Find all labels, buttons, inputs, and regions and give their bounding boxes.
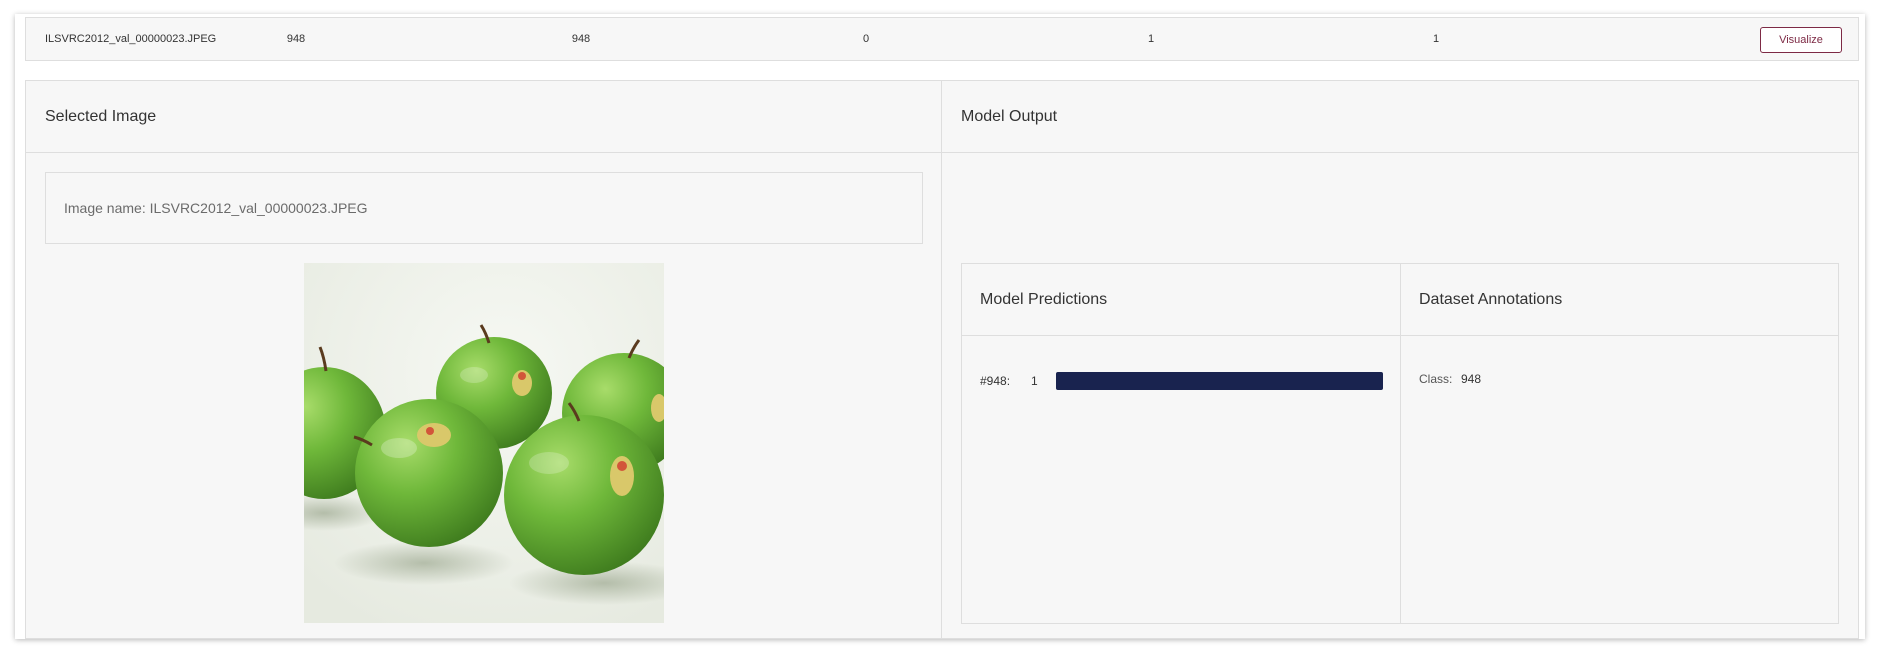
row-cell-6: 1 xyxy=(1432,33,1440,45)
annotation-class-value: 948 xyxy=(1461,372,1482,386)
row-cell-2: 948 xyxy=(286,33,306,45)
visualize-button[interactable]: Visualize xyxy=(1760,27,1842,53)
row-image-name: ILSVRC2012_val_00000023.JPEG xyxy=(45,33,217,45)
model-output-header: Model Output xyxy=(942,81,1858,153)
output-details-box: Model Predictions #948: 1 Dataset Annota… xyxy=(961,263,1839,624)
model-output-panel: Model Output Model Predictions #948: 1 D… xyxy=(942,81,1858,638)
row-cell-4: 0 xyxy=(862,33,870,45)
selected-image-title: Selected Image xyxy=(45,108,157,125)
image-name-box: Image name: ILSVRC2012_val_00000023.JPEG xyxy=(45,172,923,244)
prediction-score-value: 1 xyxy=(1031,374,1038,388)
model-output-title: Model Output xyxy=(961,108,1058,125)
dataset-annotations-title: Dataset Annotations xyxy=(1419,291,1563,308)
selected-image-header: Selected Image xyxy=(26,81,941,153)
image-name-label: Image name: ILSVRC2012_val_00000023.JPEG xyxy=(64,200,368,216)
dataset-annotations-section: Dataset Annotations Class: 948 xyxy=(1401,264,1838,623)
selected-image xyxy=(304,263,664,623)
selected-image-panel: Selected Image Image name: ILSVRC2012_va… xyxy=(26,81,942,638)
model-predictions-section: Model Predictions #948: 1 xyxy=(962,264,1401,623)
detail-panels: Selected Image Image name: ILSVRC2012_va… xyxy=(25,80,1859,639)
model-predictions-title: Model Predictions xyxy=(980,291,1108,308)
row-cell-5: 1 xyxy=(1147,33,1155,45)
results-card: ILSVRC2012_val_00000023.JPEG 948 948 0 1… xyxy=(15,14,1865,639)
prediction-score-bar-fill xyxy=(1056,372,1383,390)
prediction-score-bar xyxy=(1056,372,1383,390)
dataset-annotations-header: Dataset Annotations xyxy=(1401,264,1838,336)
row-cell-3: 948 xyxy=(571,33,591,45)
table-row[interactable]: ILSVRC2012_val_00000023.JPEG 948 948 0 1… xyxy=(25,17,1859,61)
model-predictions-header: Model Predictions xyxy=(962,264,1400,336)
annotation-class-label: Class: xyxy=(1419,372,1453,386)
prediction-class-label: #948: xyxy=(980,374,1011,388)
green-apples-image xyxy=(304,263,664,623)
